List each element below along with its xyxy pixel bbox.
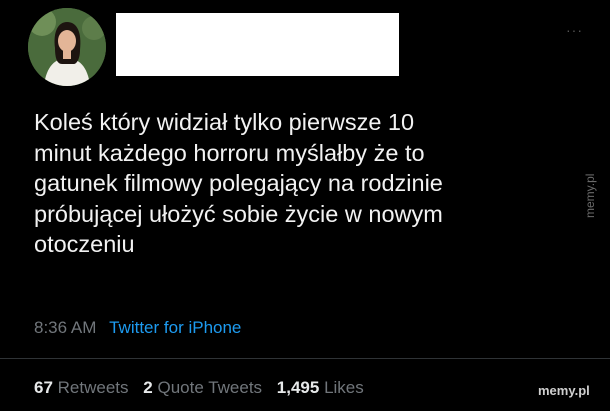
likes-stat[interactable]: 1,495 Likes	[277, 378, 364, 397]
retweets-count: 67	[34, 378, 53, 397]
divider	[0, 358, 610, 359]
tweet-stats: 67 Retweets 2 Quote Tweets 1,495 Likes	[34, 378, 364, 398]
watermark-side: memy.pl	[583, 173, 597, 218]
more-icon[interactable]: ···	[566, 22, 583, 38]
quote-tweets-label: Quote Tweets	[157, 378, 263, 397]
avatar[interactable]	[28, 8, 106, 86]
quote-tweets-stat[interactable]: 2 Quote Tweets	[143, 378, 272, 397]
retweets-stat[interactable]: 67 Retweets	[34, 378, 139, 397]
avatar-photo	[28, 8, 106, 86]
tweet-meta: 8:36 AM Twitter for iPhone	[34, 318, 241, 338]
likes-label: Likes	[324, 378, 364, 397]
quote-tweets-count: 2	[143, 378, 153, 397]
tweet-text: Koleś który widział tylko pierwsze 10 mi…	[34, 109, 443, 257]
tweet-time[interactable]: 8:36 AM	[34, 318, 96, 337]
redacted-username	[116, 13, 399, 76]
retweets-label: Retweets	[57, 378, 129, 397]
tweet-source-link[interactable]: Twitter for iPhone	[109, 318, 241, 337]
likes-count: 1,495	[276, 378, 320, 397]
watermark-bottom: memy.pl	[538, 383, 590, 398]
